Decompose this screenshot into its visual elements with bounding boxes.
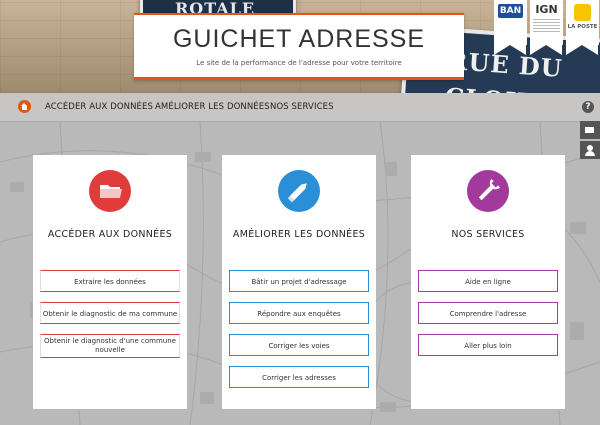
projet-adressage-button[interactable]: Bâtir un projet d'adressage [229,270,369,292]
pencil-icon [278,170,320,212]
wrench-icon [467,170,509,212]
user-icon[interactable] [580,141,600,159]
title-accent [134,13,464,15]
laposte-label: LA POSTE [567,24,598,30]
title-box: GUICHET ADRESSE Le site de la performanc… [134,13,464,80]
nav-acceder[interactable]: ACCÉDER AUX DONNÉES [45,102,153,112]
card-title: ACCÉDER AUX DONNÉES [47,229,173,240]
laposte-logo [574,4,591,21]
site-subtitle: Le site de la performance de l'adresse p… [196,59,402,67]
card-title: AMÉLIORER LES DONNÉES [232,229,366,240]
site-title: GUICHET ADRESSE [172,25,426,53]
extraire-button[interactable]: Extraire les données [40,270,180,292]
nav-ameliorer[interactable]: AMÉLIORER LES DONNÉES [155,102,270,112]
laposte-badge[interactable]: LA POSTE [566,0,599,55]
hero-banner: ROTALE RUE DU CLOITRE GUICHET ADRESSE Le… [0,0,600,93]
corriger-voies-button[interactable]: Corriger les voies [229,334,369,356]
aide-button[interactable]: Aide en ligne [418,270,558,292]
enquetes-button[interactable]: Répondre aux enquêtes [229,302,369,324]
main-nav: ACCÉDER AUX DONNÉES AMÉLIORER LES DONNÉE… [0,93,600,122]
card-title: NOS SERVICES [451,229,525,240]
comprendre-button[interactable]: Comprendre l'adresse [418,302,558,324]
help-icon[interactable]: ? [582,101,594,113]
ign-logo: IGN [535,3,558,16]
card-acceder: ACCÉDER AUX DONNÉES Extraire les données… [33,155,187,409]
mail-icon[interactable] [580,121,600,139]
card-ameliorer: AMÉLIORER LES DONNÉES Bâtir un projet d'… [222,155,376,409]
ban-badge[interactable]: BAN [494,0,527,55]
diagnostic-commune-nouvelle-button[interactable]: Obtenir le diagnostic d'une commune nouv… [40,334,180,358]
card-services: NOS SERVICES Aide en ligne Comprendre l'… [411,155,565,409]
ign-badge[interactable]: IGN [530,0,563,55]
nav-services[interactable]: NOS SERVICES [270,102,334,112]
aller-plus-loin-button[interactable]: Aller plus loin [418,334,558,356]
corriger-adresses-button[interactable]: Corriger les adresses [229,366,369,388]
ban-logo: BAN [498,4,523,18]
side-tabs [580,121,600,161]
ign-subtext [533,18,560,32]
diagnostic-commune-button[interactable]: Obtenir le diagnostic de ma commune [40,302,180,324]
home-icon[interactable] [18,100,31,113]
folder-icon [89,170,131,212]
street-sign-right-line2: CLOITRE [444,82,577,93]
